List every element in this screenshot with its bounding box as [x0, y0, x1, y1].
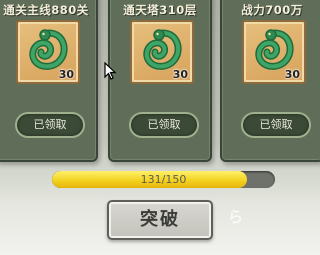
reward-card-power: 战力700万 30 已领取	[220, 0, 320, 162]
reward-quantity: 30	[58, 68, 74, 81]
reward-item-slot[interactable]: 30	[16, 20, 80, 84]
reward-card-title: 战力700万	[241, 3, 303, 17]
reward-card-title: 通关主线880关	[3, 3, 89, 17]
progress-text: 131/150	[140, 173, 187, 186]
reward-card-tower: 通天塔310层 30 已领取	[108, 0, 212, 162]
claimed-button[interactable]: 已领取	[15, 112, 85, 138]
breakthrough-button[interactable]: 突破	[107, 200, 213, 240]
reward-card-title: 通天塔310层	[123, 3, 197, 17]
reward-item-slot[interactable]: 30	[242, 20, 306, 84]
reward-card-main-stage: 通关主线880关 30 已领取	[0, 0, 98, 162]
progress-bar: 131/150	[52, 171, 275, 188]
reward-item-slot[interactable]: 30	[130, 20, 194, 84]
watermark-logo: ら	[228, 208, 244, 226]
claimed-button[interactable]: 已领取	[129, 112, 199, 138]
reward-quantity: 30	[284, 68, 300, 81]
claimed-button[interactable]: 已领取	[241, 112, 311, 138]
mouse-cursor-icon	[104, 62, 117, 80]
reward-panel: 通关主线880关 30 已领取 通天塔310层 30 已领取 战力700万 30…	[0, 0, 320, 255]
reward-quantity: 30	[172, 68, 188, 81]
